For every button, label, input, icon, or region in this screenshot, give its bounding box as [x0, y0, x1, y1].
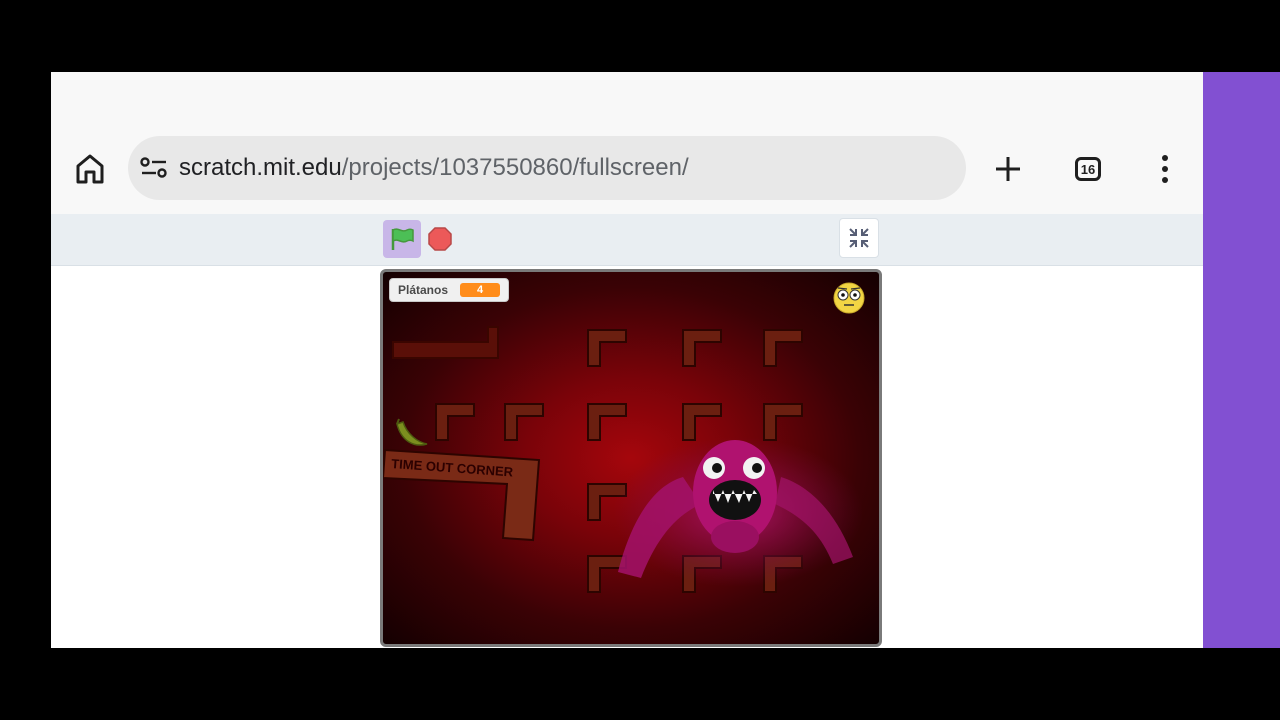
wall-block [682, 403, 722, 441]
menu-button[interactable] [1148, 152, 1182, 186]
home-button[interactable] [73, 152, 107, 186]
green-flag-icon [391, 228, 414, 250]
wall-block [435, 403, 475, 441]
exit-fullscreen-button[interactable] [839, 218, 879, 258]
wall-block [587, 555, 627, 593]
stage-scene: TIME OUT CORNER [383, 282, 865, 593]
more-vert-icon [1162, 155, 1168, 183]
time-out-corner-sign: TIME OUT CORNER [383, 448, 541, 542]
tabs-icon: 16 [1075, 157, 1101, 181]
monitor-value: 4 [460, 283, 501, 297]
address-bar[interactable]: scratch.mit.edu/projects/1037550860/full… [128, 136, 966, 200]
wall-block [504, 403, 544, 441]
banana-sprite [396, 418, 428, 446]
wall-block [587, 403, 627, 441]
url-text[interactable]: scratch.mit.edu/projects/1037550860/full… [179, 154, 689, 182]
stop-icon [428, 227, 452, 251]
wall-block [763, 329, 803, 367]
game-stage[interactable]: TIME OUT CORNER Plátanos 4 [380, 269, 882, 647]
new-tab-button[interactable] [991, 152, 1025, 186]
tab-count: 16 [1080, 161, 1096, 177]
wall-block [763, 403, 803, 441]
emoji-sprite [833, 282, 865, 314]
side-accent-bar [1203, 72, 1280, 648]
scratch-controls-bar [51, 214, 1203, 266]
tab-switcher-button[interactable]: 16 [1071, 152, 1105, 186]
wall-block [587, 329, 627, 367]
monitor-label: Plátanos [398, 283, 449, 297]
url-host: scratch.mit.edu [179, 154, 342, 181]
exit-fullscreen-icon [849, 228, 869, 248]
variable-monitor: Plátanos 4 [389, 278, 510, 302]
home-icon [76, 154, 104, 184]
url-path: /projects/1037550860/fullscreen/ [341, 154, 689, 181]
phone-screen: scratch.mit.edu/projects/1037550860/full… [51, 72, 1203, 648]
wall-block [392, 326, 499, 359]
stop-button[interactable] [428, 227, 452, 251]
plus-icon [996, 157, 1020, 181]
monster-sprite [613, 437, 863, 587]
green-flag-button[interactable] [383, 220, 421, 258]
browser-toolbar: scratch.mit.edu/projects/1037550860/full… [51, 72, 1203, 215]
site-settings-icon[interactable] [140, 156, 168, 180]
wall-block [682, 329, 722, 367]
